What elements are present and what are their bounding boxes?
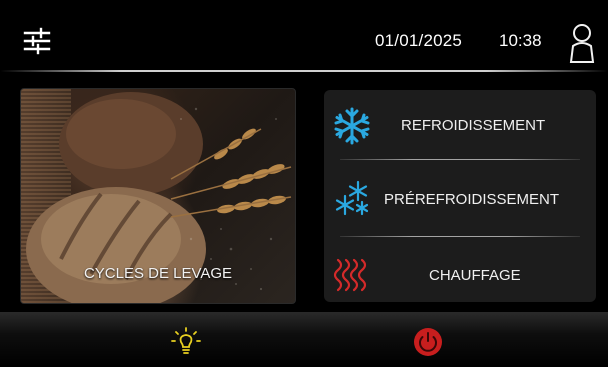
cooling-label: REFROIDISSEMENT [401, 117, 546, 134]
mode-divider [340, 236, 580, 237]
proofing-cycles-button[interactable]: CYCLES DE LEVAGE [20, 88, 296, 304]
lightbulb-icon [171, 327, 201, 354]
top-bar: 01/01/2025 10:38 [0, 0, 608, 74]
mode-divider [340, 159, 580, 160]
heat-waves-icon [333, 258, 367, 292]
heating-label: CHAUFFAGE [429, 267, 521, 284]
snowflake-cluster-icon [335, 180, 369, 216]
mode-panel: REFROIDISSEMENT PRÉREFROIDISSEMENT CHAUF… [324, 90, 596, 302]
precooling-label: PRÉREFROIDISSEMENT [384, 191, 560, 208]
power-icon [414, 328, 442, 356]
header-divider [0, 70, 608, 72]
snowflake-icon [334, 107, 370, 145]
sliders-icon [23, 27, 51, 55]
power-button[interactable] [412, 326, 444, 358]
bottom-bar [0, 312, 608, 367]
time-display: 10:38 [499, 31, 542, 50]
light-button[interactable] [171, 327, 201, 357]
user-icon [569, 24, 595, 63]
date-display: 01/01/2025 [375, 31, 463, 50]
settings-button[interactable] [22, 26, 58, 62]
user-button[interactable] [568, 20, 598, 64]
precooling-button[interactable]: PRÉREFROIDISSEMENT [324, 162, 596, 232]
proofing-cycles-label: CYCLES DE LEVAGE [83, 265, 233, 282]
cooling-button[interactable]: REFROIDISSEMENT [324, 90, 596, 160]
heating-button[interactable]: CHAUFFAGE [324, 238, 596, 308]
